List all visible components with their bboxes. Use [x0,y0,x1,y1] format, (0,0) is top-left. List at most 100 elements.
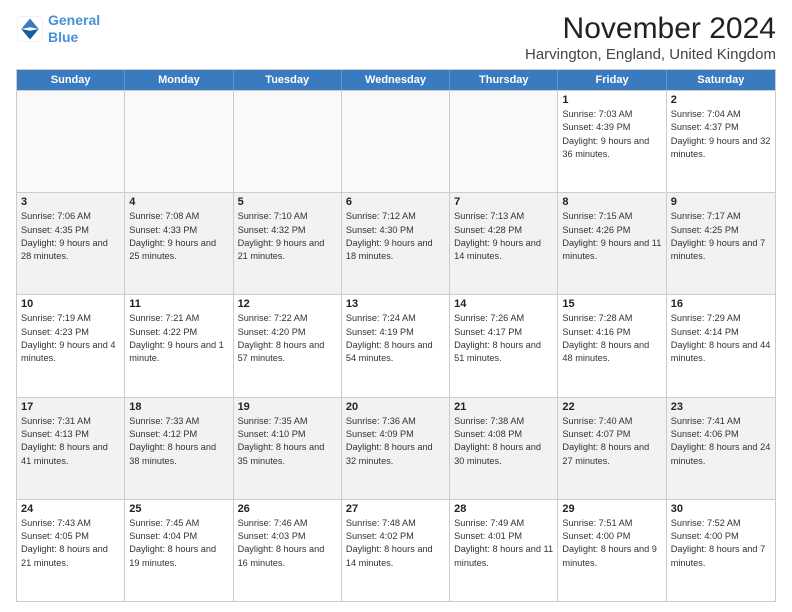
cal-cell-3-3: 12Sunrise: 7:22 AMSunset: 4:20 PMDayligh… [234,295,342,396]
calendar-row-3: 10 Sunrise: 7:19 AMSunset: 4:23 PMDayligh… [17,294,775,396]
day-number: 27 [346,503,445,515]
logo-icon [16,15,44,43]
day-number: 22 [562,401,661,413]
day-number: 16 [671,298,771,310]
day-number: 14 [454,298,553,310]
header-day-sunday: Sunday [17,70,125,90]
cal-cell-3-4: 13 Sunrise: 7:24 AMSunset: 4:19 PMDayligh… [342,295,450,396]
cal-cell-4-2: 18Sunrise: 7:33 AMSunset: 4:12 PMDayligh… [125,398,233,499]
cell-info: Sunrise: 7:26 AMSunset: 4:17 PMDaylight:… [454,312,553,365]
location: Harvington, England, United Kingdom [525,46,776,63]
day-number: 1 [562,94,661,106]
cell-info: Sunrise: 7:15 AMSunset: 4:26 PMDaylight:… [562,210,661,263]
cal-cell-1-3 [234,91,342,192]
cell-info: Sunrise: 7:38 AMSunset: 4:08 PMDaylight:… [454,415,553,468]
cell-info: Sunrise: 7:29 AMSunset: 4:14 PMDaylight:… [671,312,771,365]
cal-cell-3-5: 14 Sunrise: 7:26 AMSunset: 4:17 PMDayligh… [450,295,558,396]
day-number: 10 [21,298,120,310]
cell-info: Sunrise: 7:03 AMSunset: 4:39 PMDaylight:… [562,108,661,161]
day-number: 8 [562,196,661,208]
day-number: 26 [238,503,337,515]
cal-cell-2-3: 5 Sunrise: 7:10 AMSunset: 4:32 PMDaylight… [234,193,342,294]
cell-info: Sunrise: 7:24 AMSunset: 4:19 PMDaylight:… [346,312,445,365]
cal-cell-3-1: 10 Sunrise: 7:19 AMSunset: 4:23 PMDayligh… [17,295,125,396]
cell-info: Sunrise: 7:12 AMSunset: 4:30 PMDaylight:… [346,210,445,263]
cal-cell-4-3: 19 Sunrise: 7:35 AMSunset: 4:10 PMDayligh… [234,398,342,499]
cal-cell-2-1: 3Sunrise: 7:06 AMSunset: 4:35 PMDaylight… [17,193,125,294]
cell-info: Sunrise: 7:10 AMSunset: 4:32 PMDaylight:… [238,210,337,263]
cell-info: Sunrise: 7:04 AMSunset: 4:37 PMDaylight:… [671,108,771,161]
cal-cell-4-1: 17Sunrise: 7:31 AMSunset: 4:13 PMDayligh… [17,398,125,499]
cal-cell-3-2: 11 Sunrise: 7:21 AMSunset: 4:22 PMDayligh… [125,295,233,396]
day-number: 13 [346,298,445,310]
day-number: 17 [21,401,120,413]
cal-cell-5-4: 27 Sunrise: 7:48 AMSunset: 4:02 PMDayligh… [342,500,450,601]
cell-info: Sunrise: 7:21 AMSunset: 4:22 PMDaylight:… [129,312,228,365]
cell-info: Sunrise: 7:36 AMSunset: 4:09 PMDaylight:… [346,415,445,468]
day-number: 5 [238,196,337,208]
cal-cell-2-6: 8 Sunrise: 7:15 AMSunset: 4:26 PMDaylight… [558,193,666,294]
day-number: 9 [671,196,771,208]
day-number: 15 [562,298,661,310]
cal-cell-3-6: 15 Sunrise: 7:28 AMSunset: 4:16 PMDayligh… [558,295,666,396]
cal-cell-2-4: 6 Sunrise: 7:12 AMSunset: 4:30 PMDaylight… [342,193,450,294]
cell-info: Sunrise: 7:41 AMSunset: 4:06 PMDaylight:… [671,415,771,468]
header-day-saturday: Saturday [667,70,775,90]
cal-cell-5-6: 29Sunrise: 7:51 AMSunset: 4:00 PMDayligh… [558,500,666,601]
cell-info: Sunrise: 7:45 AMSunset: 4:04 PMDaylight:… [129,517,228,570]
cal-cell-1-5 [450,91,558,192]
day-number: 11 [129,298,228,310]
cell-info: Sunrise: 7:49 AMSunset: 4:01 PMDaylight:… [454,517,553,570]
calendar-body: 1 Sunrise: 7:03 AMSunset: 4:39 PMDaylight… [17,90,775,601]
month-year: November 2024 [525,12,776,46]
cell-info: Sunrise: 7:43 AMSunset: 4:05 PMDaylight:… [21,517,120,570]
cell-info: Sunrise: 7:19 AMSunset: 4:23 PMDaylight:… [21,312,120,365]
day-number: 19 [238,401,337,413]
calendar-row-2: 3Sunrise: 7:06 AMSunset: 4:35 PMDaylight… [17,192,775,294]
day-number: 20 [346,401,445,413]
day-number: 24 [21,503,120,515]
cal-cell-2-7: 9 Sunrise: 7:17 AMSunset: 4:25 PMDaylight… [667,193,775,294]
cell-info: Sunrise: 7:40 AMSunset: 4:07 PMDaylight:… [562,415,661,468]
title-section: November 2024 Harvington, England, Unite… [525,12,776,63]
day-number: 21 [454,401,553,413]
cell-info: Sunrise: 7:48 AMSunset: 4:02 PMDaylight:… [346,517,445,570]
day-number: 7 [454,196,553,208]
cal-cell-2-2: 4Sunrise: 7:08 AMSunset: 4:33 PMDaylight… [125,193,233,294]
calendar: SundayMondayTuesdayWednesdayThursdayFrid… [16,69,776,602]
logo: General Blue [16,12,100,46]
day-number: 28 [454,503,553,515]
cell-info: Sunrise: 7:17 AMSunset: 4:25 PMDaylight:… [671,210,771,263]
day-number: 2 [671,94,771,106]
day-number: 6 [346,196,445,208]
header-day-monday: Monday [125,70,233,90]
calendar-row-1: 1 Sunrise: 7:03 AMSunset: 4:39 PMDaylight… [17,90,775,192]
top-section: General Blue November 2024 Harvington, E… [16,12,776,63]
day-number: 30 [671,503,771,515]
cell-info: Sunrise: 7:28 AMSunset: 4:16 PMDaylight:… [562,312,661,365]
cal-cell-5-2: 25Sunrise: 7:45 AMSunset: 4:04 PMDayligh… [125,500,233,601]
logo-line1: General [48,12,100,29]
day-number: 18 [129,401,228,413]
header-day-friday: Friday [558,70,666,90]
cell-info: Sunrise: 7:46 AMSunset: 4:03 PMDaylight:… [238,517,337,570]
cal-cell-1-7: 2 Sunrise: 7:04 AMSunset: 4:37 PMDaylight… [667,91,775,192]
cal-cell-3-7: 16 Sunrise: 7:29 AMSunset: 4:14 PMDayligh… [667,295,775,396]
cell-info: Sunrise: 7:13 AMSunset: 4:28 PMDaylight:… [454,210,553,263]
page: General Blue November 2024 Harvington, E… [0,0,792,612]
cell-info: Sunrise: 7:08 AMSunset: 4:33 PMDaylight:… [129,210,228,263]
logo-line2: Blue [48,29,100,46]
calendar-row-5: 24 Sunrise: 7:43 AMSunset: 4:05 PMDayligh… [17,499,775,601]
cal-cell-1-1 [17,91,125,192]
header-day-thursday: Thursday [450,70,558,90]
cell-info: Sunrise: 7:35 AMSunset: 4:10 PMDaylight:… [238,415,337,468]
calendar-row-4: 17Sunrise: 7:31 AMSunset: 4:13 PMDayligh… [17,397,775,499]
cal-cell-1-2 [125,91,233,192]
cal-cell-4-6: 22 Sunrise: 7:40 AMSunset: 4:07 PMDayligh… [558,398,666,499]
cell-info: Sunrise: 7:22 AMSunset: 4:20 PMDaylight:… [238,312,337,365]
logo-text: General Blue [48,12,100,46]
cal-cell-5-5: 28 Sunrise: 7:49 AMSunset: 4:01 PMDayligh… [450,500,558,601]
cal-cell-5-7: 30Sunrise: 7:52 AMSunset: 4:00 PMDayligh… [667,500,775,601]
cal-cell-1-6: 1 Sunrise: 7:03 AMSunset: 4:39 PMDaylight… [558,91,666,192]
header-day-wednesday: Wednesday [342,70,450,90]
